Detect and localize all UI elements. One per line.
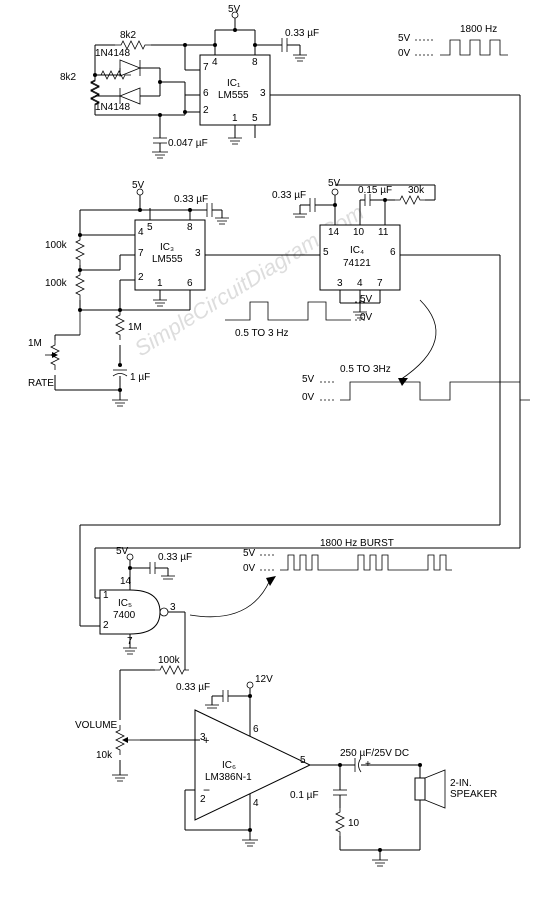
ic3-5v: 5V [132, 180, 144, 191]
sig-burst-0v: 0V [243, 563, 255, 574]
ic5-pin2: 2 [103, 620, 109, 631]
ic3-pin7: 7 [138, 248, 144, 259]
d2-label: 1N4148 [95, 102, 130, 113]
ic1-pin1: 1 [232, 113, 238, 124]
ic5-pin14: 14 [120, 576, 131, 587]
ic6-pin4: 4 [253, 798, 259, 809]
c033e-label: 0.33 µF [176, 682, 210, 693]
ic4-pin4: 4 [357, 278, 363, 289]
sig-1800-5v: 5V [398, 33, 410, 44]
c015-label: 0.15 µF [358, 185, 392, 196]
r10-label: 10 [348, 818, 359, 829]
ic4-pin5: 5 [323, 247, 329, 258]
sig-rate1: 0.5 TO 3 Hz [235, 328, 289, 339]
schematic-svg: + − [0, 0, 540, 900]
r30k-label: 30k [408, 185, 424, 196]
ic6-ref: IC₆ [222, 760, 236, 771]
ic6-pin5: 5 [300, 755, 306, 766]
ic3-pin4: 4 [138, 227, 144, 238]
ic4-pin11: 11 [378, 227, 388, 238]
sig-rate2-0v: 0V [302, 392, 314, 403]
ic4-5v: 5V [328, 178, 340, 189]
ic1-pin7: 7 [203, 62, 209, 73]
ic3-ref: IC₃ [160, 242, 174, 253]
pot-vol-label: VOLUME [75, 720, 117, 731]
ic1-ref: IC₁ [227, 78, 240, 89]
ic5-pin7: 7 [127, 636, 133, 647]
ic5-part: 7400 [113, 610, 135, 621]
r8k2b-label: 8k2 [60, 72, 76, 83]
ic4-part: 74121 [343, 258, 371, 269]
ic3-pin5: 5 [147, 222, 153, 233]
ic1-pin4: 4 [212, 57, 218, 68]
ic1-part: LM555 [218, 90, 249, 101]
r100ka-label: 100k [45, 240, 67, 251]
cap-plus: + [365, 759, 371, 770]
ic1-pin8: 8 [252, 57, 258, 68]
ic6-part: LM386N-1 [205, 772, 252, 783]
sig-rate1-0v: 0V [360, 312, 372, 323]
c033a-label: 0.33 µF [285, 28, 319, 39]
ic5-5v: 5V [116, 546, 128, 557]
c033b-label: 0.33 µF [174, 194, 208, 205]
ic3-pin1: 1 [157, 278, 163, 289]
ic1-5v: 5V [228, 4, 240, 15]
ic6-pin3: 3 [200, 732, 206, 743]
sig-rate1-5v: 5V [360, 294, 372, 305]
pot1m-label: 1M [28, 338, 42, 349]
c033d-label: 0.33 µF [158, 552, 192, 563]
r8k2a-label: 8k2 [120, 30, 136, 41]
c01-label: 0.1 µF [290, 790, 319, 801]
ic5-pin3: 3 [170, 602, 176, 613]
ic4-pin6: 6 [390, 247, 396, 258]
ic3-pin8: 8 [187, 222, 193, 233]
r100kb-label: 100k [45, 278, 67, 289]
ic6-pin2: 2 [200, 794, 206, 805]
pot10k-label: 10k [96, 750, 112, 761]
sig-burst-5v: 5V [243, 548, 255, 559]
ic4-pin3: 3 [337, 278, 343, 289]
ic1-pin6: 6 [203, 88, 209, 99]
r100kc-label: 100k [158, 655, 180, 666]
ic4-pin10: 10 [353, 227, 364, 238]
sig-1800-0v: 0V [398, 48, 410, 59]
pot-rate-label: RATE [28, 378, 54, 389]
ic1-pin5: 5 [252, 113, 258, 124]
speaker-label: 2-IN. SPEAKER [450, 778, 510, 800]
ic1-pin2: 2 [203, 105, 209, 116]
sig-1800: 1800 Hz [460, 24, 497, 35]
ic3-pin3: 3 [195, 248, 201, 259]
c033c-label: 0.33 µF [272, 190, 306, 201]
ic3-part: LM555 [152, 254, 183, 265]
ic1-pin3: 3 [260, 88, 266, 99]
ic6-12v: 12V [255, 674, 273, 685]
ic5-pin1: 1 [103, 590, 109, 601]
sig-burst: 1800 Hz BURST [320, 538, 394, 549]
ic3-pin6: 6 [187, 278, 193, 289]
c1u-label: 1 µF [130, 372, 150, 383]
ic4-pin14: 14 [328, 227, 339, 238]
ic6-pin6: 6 [253, 724, 259, 735]
d1-label: 1N4148 [95, 48, 130, 59]
sig-rate2: 0.5 TO 3Hz [340, 364, 391, 375]
ic4-ref: IC₄ [350, 245, 364, 256]
ic3-pin2: 2 [138, 272, 144, 283]
ic4-pin7: 7 [377, 278, 383, 289]
c250-label: 250 µF/25V DC [340, 748, 409, 759]
r1m-label: 1M [128, 322, 142, 333]
sig-rate2-5v: 5V [302, 374, 314, 385]
ic5-ref: IC₅ [118, 598, 132, 609]
c0047-label: 0.047 µF [168, 138, 208, 149]
